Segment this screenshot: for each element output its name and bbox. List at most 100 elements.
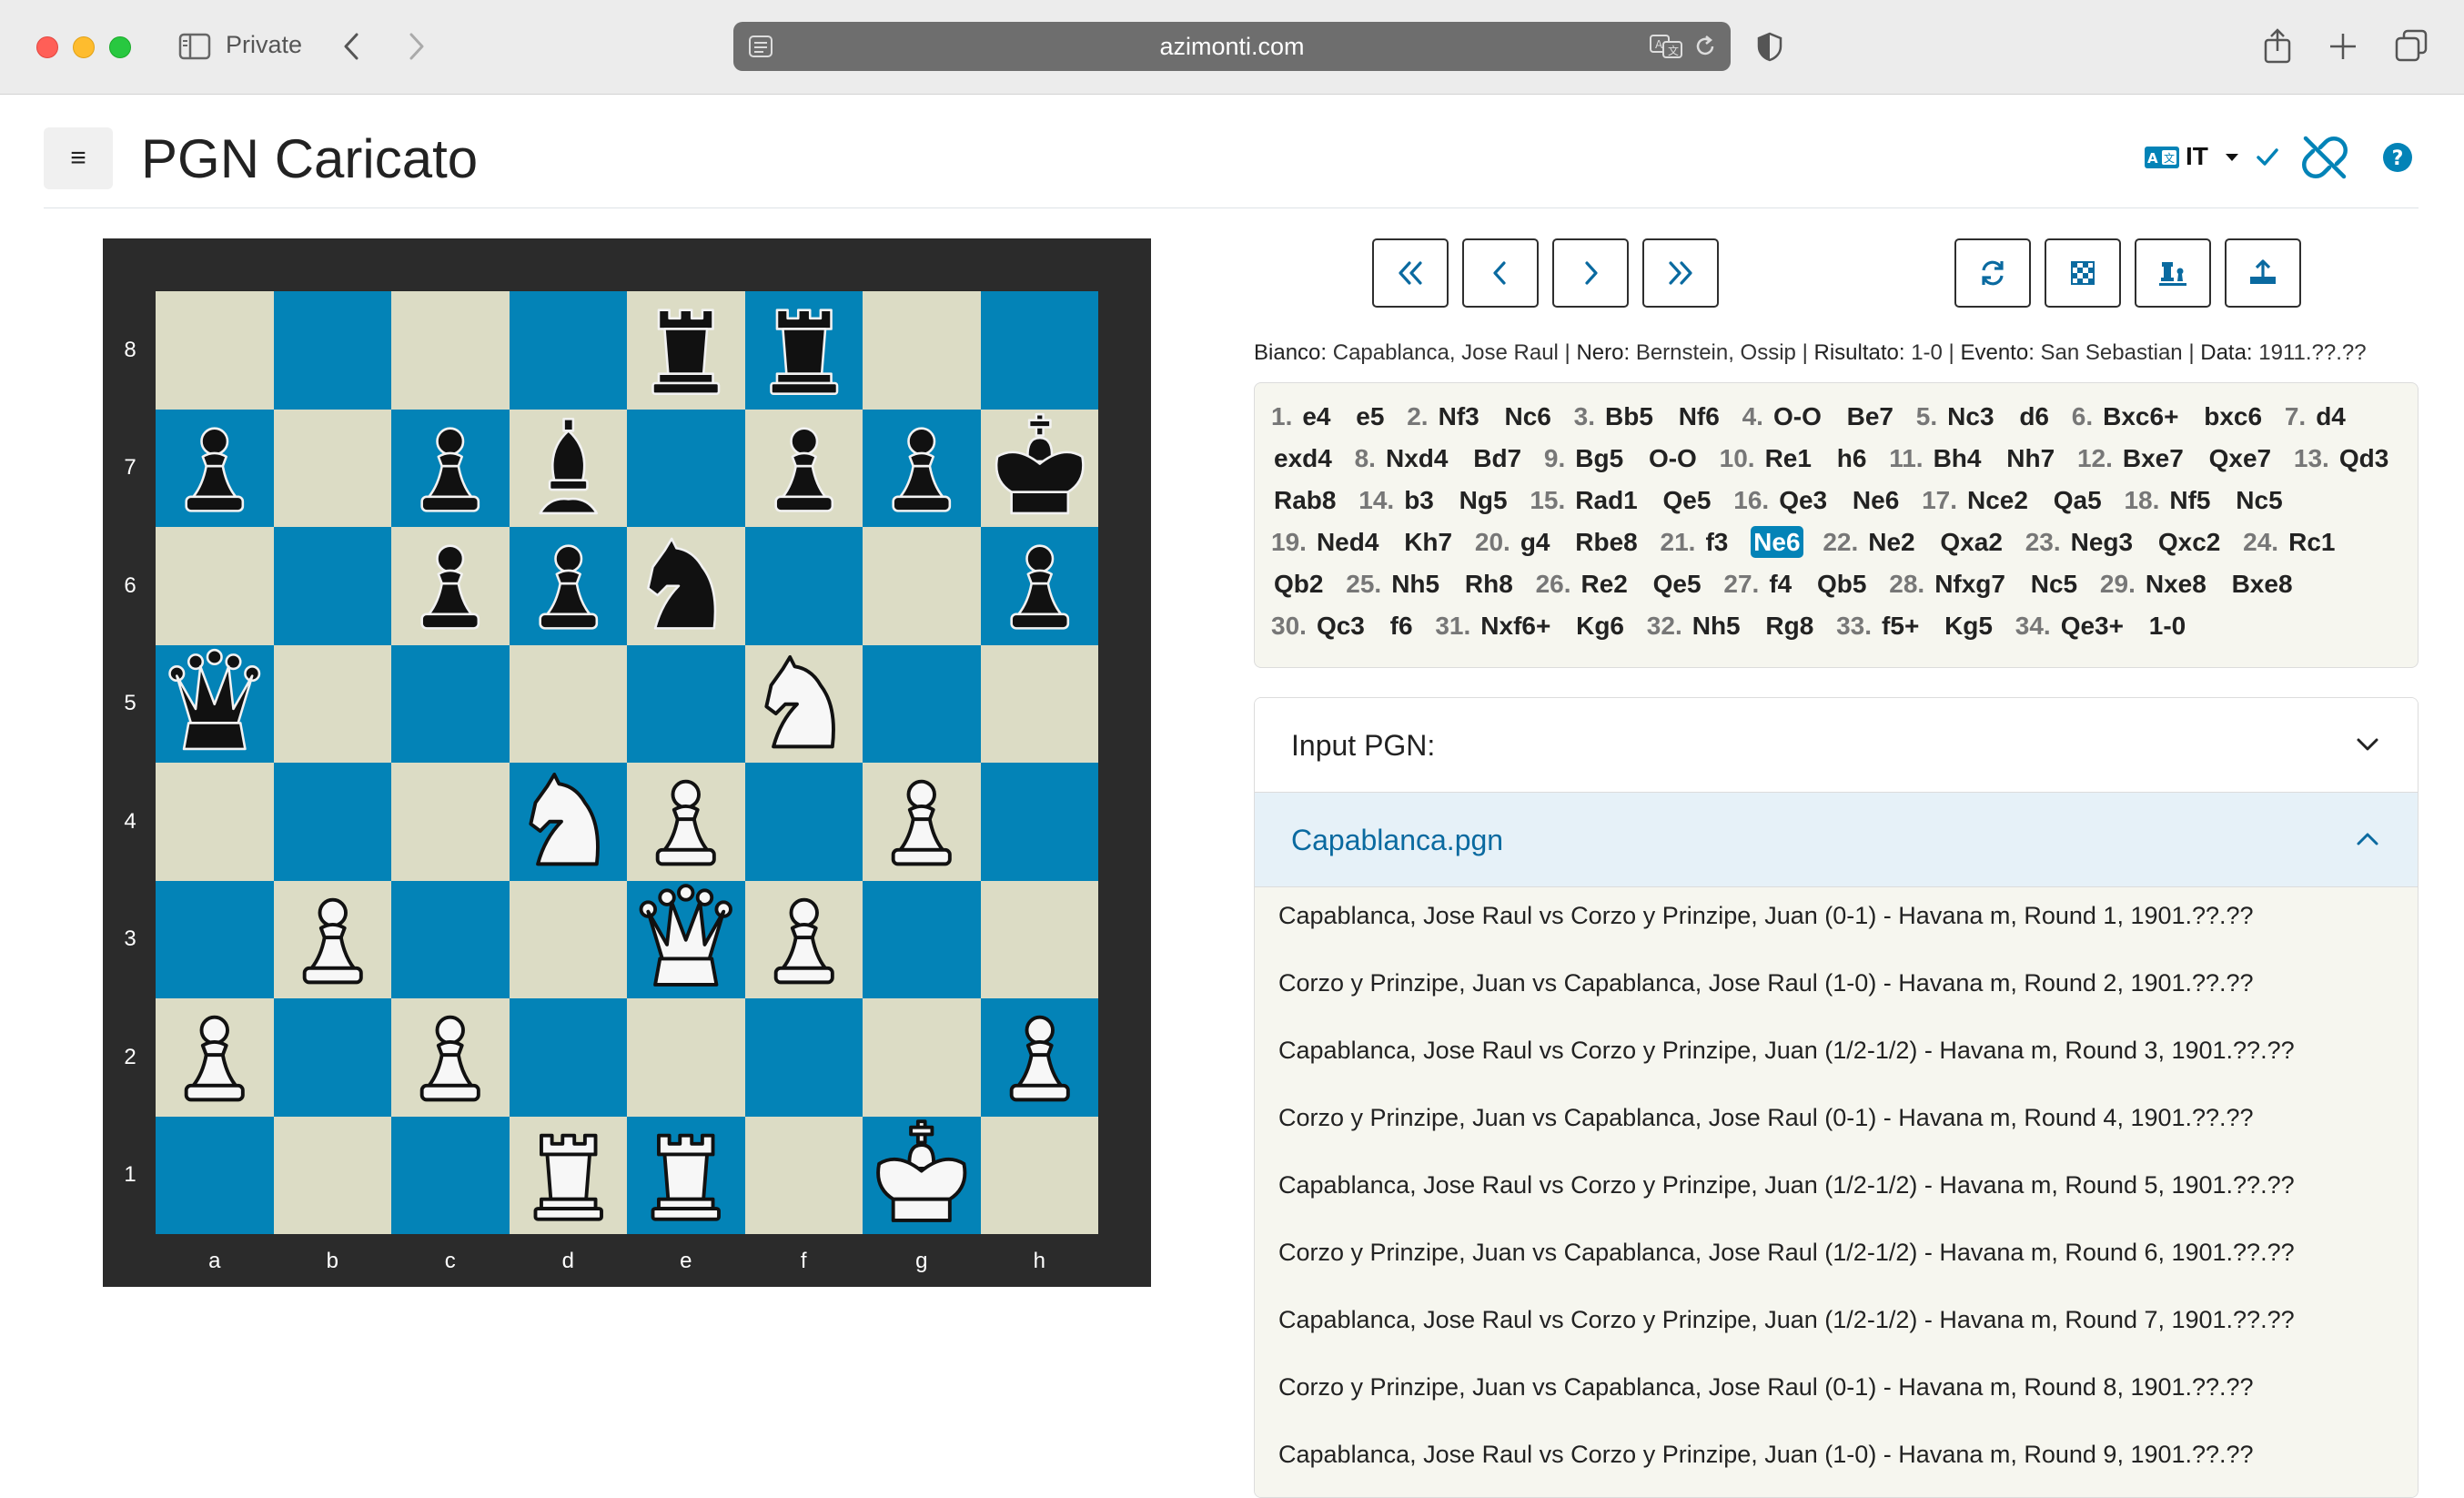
square-f8[interactable] bbox=[744, 291, 863, 410]
move[interactable]: Qe3 bbox=[1776, 484, 1830, 516]
move[interactable]: Nce2 bbox=[1964, 484, 2031, 516]
square-e1[interactable] bbox=[627, 1116, 745, 1234]
square-e8[interactable] bbox=[627, 291, 745, 410]
move[interactable]: Qe5 bbox=[1651, 568, 1704, 600]
square-b5[interactable] bbox=[273, 644, 391, 763]
black-pawn-icon[interactable] bbox=[745, 410, 863, 528]
square-a2[interactable] bbox=[156, 998, 274, 1117]
square-a5[interactable] bbox=[156, 644, 274, 763]
square-f3[interactable] bbox=[744, 880, 863, 998]
move[interactable]: Rad1 bbox=[1572, 484, 1640, 516]
square-c5[interactable] bbox=[391, 644, 510, 763]
white-rook-icon[interactable] bbox=[510, 1117, 628, 1235]
piece-set-button[interactable] bbox=[2135, 238, 2211, 308]
help-icon[interactable]: ? bbox=[2382, 142, 2413, 173]
move[interactable]: Nf5 bbox=[2166, 484, 2213, 516]
input-pgn-header[interactable]: Input PGN: bbox=[1255, 698, 2418, 793]
square-f5[interactable] bbox=[744, 644, 863, 764]
square-f4[interactable] bbox=[744, 763, 863, 881]
move[interactable]: exd4 bbox=[1271, 442, 1335, 474]
square-g3[interactable] bbox=[863, 880, 981, 998]
square-h7[interactable] bbox=[980, 409, 1099, 528]
square-b3[interactable] bbox=[273, 880, 392, 999]
move[interactable]: f4 bbox=[1766, 568, 1794, 600]
export-button[interactable] bbox=[2225, 238, 2301, 308]
square-f1[interactable] bbox=[744, 1116, 863, 1234]
move[interactable]: Kg5 bbox=[1942, 610, 1995, 642]
move[interactable]: Re1 bbox=[1762, 442, 1814, 474]
square-d4[interactable] bbox=[509, 763, 627, 881]
address-bar[interactable]: azimonti.com A 文 bbox=[733, 22, 1731, 71]
move[interactable]: f5+ bbox=[1879, 610, 1922, 642]
unlink-icon[interactable] bbox=[2300, 135, 2349, 180]
move[interactable]: f3 bbox=[1702, 526, 1731, 558]
white-knight-icon[interactable] bbox=[745, 645, 863, 764]
board-squares[interactable] bbox=[156, 291, 1098, 1234]
zoom-window-button[interactable] bbox=[109, 36, 131, 58]
square-d2[interactable] bbox=[509, 998, 627, 1117]
last-move-button[interactable] bbox=[1642, 238, 1719, 308]
pgn-file-header[interactable]: Capablanca.pgn bbox=[1255, 793, 2418, 887]
next-move-button[interactable] bbox=[1552, 238, 1629, 308]
move[interactable]: Nc5 bbox=[2028, 568, 2080, 600]
move[interactable]: Qa5 bbox=[2051, 484, 2105, 516]
square-h4[interactable] bbox=[980, 763, 1098, 881]
move[interactable]: Qxc2 bbox=[2156, 526, 2224, 558]
move[interactable]: Rbe8 bbox=[1572, 526, 1640, 558]
move[interactable]: h6 bbox=[1834, 442, 1870, 474]
white-pawn-icon[interactable] bbox=[981, 998, 1099, 1117]
move[interactable]: Nxe8 bbox=[2143, 568, 2209, 600]
move[interactable]: Be7 bbox=[1844, 400, 1896, 432]
square-b2[interactable] bbox=[273, 998, 391, 1117]
square-d1[interactable] bbox=[509, 1116, 628, 1235]
move[interactable]: Ne6 bbox=[1751, 526, 1803, 558]
game-list-item[interactable]: Capablanca, Jose Raul vs Corzo y Prinzip… bbox=[1278, 1306, 2295, 1334]
back-arrow-icon[interactable] bbox=[338, 31, 366, 62]
close-window-button[interactable] bbox=[36, 36, 58, 58]
move[interactable]: d6 bbox=[2016, 400, 2052, 432]
move[interactable]: Bd7 bbox=[1470, 442, 1524, 474]
game-list-item[interactable]: Capablanca, Jose Raul vs Corzo y Prinzip… bbox=[1278, 1441, 2254, 1469]
move[interactable]: Qb2 bbox=[1271, 568, 1326, 600]
sidebar-toggle-icon[interactable] bbox=[178, 33, 211, 60]
square-e3[interactable] bbox=[627, 880, 745, 998]
move[interactable]: Qe3+ bbox=[2058, 610, 2126, 642]
move[interactable]: Bh4 bbox=[1931, 442, 1984, 474]
move[interactable]: Nc5 bbox=[2233, 484, 2285, 516]
move[interactable]: e5 bbox=[1353, 400, 1387, 432]
square-c8[interactable] bbox=[391, 291, 510, 410]
square-g8[interactable] bbox=[863, 291, 981, 410]
forward-arrow-icon[interactable] bbox=[402, 31, 429, 62]
white-pawn-icon[interactable] bbox=[156, 998, 274, 1117]
move[interactable]: g4 bbox=[1518, 526, 1553, 558]
game-list-item[interactable]: Capablanca, Jose Raul vs Corzo y Prinzip… bbox=[1278, 902, 2254, 930]
move[interactable]: O-O bbox=[1646, 442, 1700, 474]
black-knight-icon[interactable] bbox=[627, 527, 745, 645]
new-tab-icon[interactable] bbox=[2328, 31, 2358, 62]
move[interactable]: Kh7 bbox=[1401, 526, 1455, 558]
move[interactable]: Nxf6+ bbox=[1478, 610, 1553, 642]
white-pawn-icon[interactable] bbox=[274, 881, 392, 999]
white-pawn-icon[interactable] bbox=[391, 998, 510, 1117]
move[interactable]: Nc6 bbox=[1502, 400, 1554, 432]
move[interactable]: f6 bbox=[1388, 610, 1416, 642]
game-list-item[interactable]: Corzo y Prinzipe, Juan vs Capablanca, Jo… bbox=[1278, 1104, 2254, 1132]
square-f2[interactable] bbox=[744, 998, 863, 1117]
square-g7[interactable] bbox=[863, 409, 981, 527]
game-list-item[interactable]: Corzo y Prinzipe, Juan vs Capablanca, Jo… bbox=[1278, 1373, 2254, 1402]
black-king-icon[interactable] bbox=[981, 410, 1099, 528]
translate-icon[interactable]: A 文 bbox=[1649, 34, 1683, 59]
white-pawn-icon[interactable] bbox=[863, 763, 981, 881]
move[interactable]: Bg5 bbox=[1572, 442, 1626, 474]
square-g6[interactable] bbox=[863, 527, 981, 645]
square-e7[interactable] bbox=[627, 409, 745, 527]
move[interactable]: Ng5 bbox=[1457, 484, 1510, 516]
square-b4[interactable] bbox=[273, 763, 391, 881]
square-h3[interactable] bbox=[980, 880, 1098, 998]
square-e4[interactable] bbox=[627, 763, 745, 881]
move[interactable]: Rh8 bbox=[1462, 568, 1516, 600]
share-icon[interactable] bbox=[2262, 27, 2293, 64]
reload-icon[interactable] bbox=[1692, 34, 1718, 59]
square-c1[interactable] bbox=[391, 1116, 510, 1234]
game-list-item[interactable]: Capablanca, Jose Raul vs Corzo y Prinzip… bbox=[1278, 1171, 2295, 1199]
